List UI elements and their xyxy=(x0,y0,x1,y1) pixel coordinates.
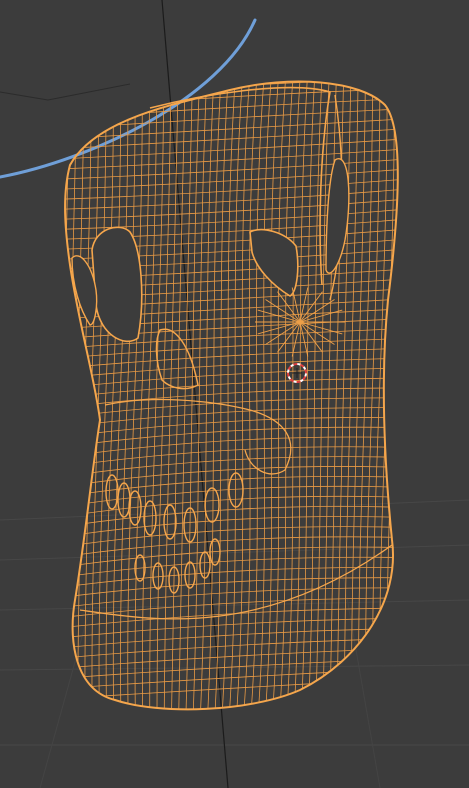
left-eye-socket xyxy=(91,226,143,343)
mesh-edge-column xyxy=(65,81,71,710)
3d-cursor-icon[interactable] xyxy=(287,363,307,383)
3d-viewport[interactable] xyxy=(0,0,469,788)
pole-edge xyxy=(299,299,335,323)
mesh-edge-row xyxy=(65,556,398,581)
lower-tooth xyxy=(184,561,196,589)
mesh-edge-column xyxy=(350,81,366,710)
mesh-edge-row xyxy=(65,546,398,571)
mesh-edge-row xyxy=(65,81,398,91)
mesh-edge-row xyxy=(65,526,398,551)
mesh-edge-row xyxy=(65,127,398,151)
mesh-edge-row xyxy=(65,667,398,691)
mesh-edge-column xyxy=(149,81,165,710)
pole-edge xyxy=(299,309,343,323)
mesh-edge-column xyxy=(163,81,179,710)
mesh-edge-column xyxy=(65,81,78,710)
mesh-edge-column xyxy=(171,81,186,710)
mesh-edge-row xyxy=(65,137,398,161)
mesh-edge-column xyxy=(134,81,150,710)
cheek-gap xyxy=(325,158,350,274)
mesh-edge-column xyxy=(141,81,158,710)
mesh-edge-row xyxy=(65,337,398,361)
upper-tooth xyxy=(228,472,244,508)
mesh-edge-row xyxy=(65,107,398,131)
mesh-edge-column xyxy=(379,81,395,710)
mesh-edge-row xyxy=(65,97,398,121)
mesh-edge-column xyxy=(49,70,63,720)
upper-tooth xyxy=(204,487,220,523)
mesh-edge-column xyxy=(286,81,301,710)
mesh-edge-row xyxy=(65,157,398,181)
upper-tooth xyxy=(163,504,177,540)
lower-tooth xyxy=(152,562,164,590)
mesh-edge-row xyxy=(65,587,398,611)
floor-grid xyxy=(0,83,469,788)
mesh-edge-column xyxy=(307,81,323,710)
mesh-edge-column xyxy=(386,81,398,710)
mesh-edge-row xyxy=(65,567,398,591)
viewport-canvas[interactable] xyxy=(0,0,469,788)
mesh-edge-row xyxy=(65,407,398,431)
mesh-edge-row xyxy=(65,647,398,671)
mesh-edge-row xyxy=(65,147,398,171)
skull-wireframe-mesh[interactable] xyxy=(40,68,420,720)
right-eye-socket xyxy=(249,228,299,297)
mesh-edge-column xyxy=(156,81,172,710)
mesh-edge-column xyxy=(178,81,193,710)
